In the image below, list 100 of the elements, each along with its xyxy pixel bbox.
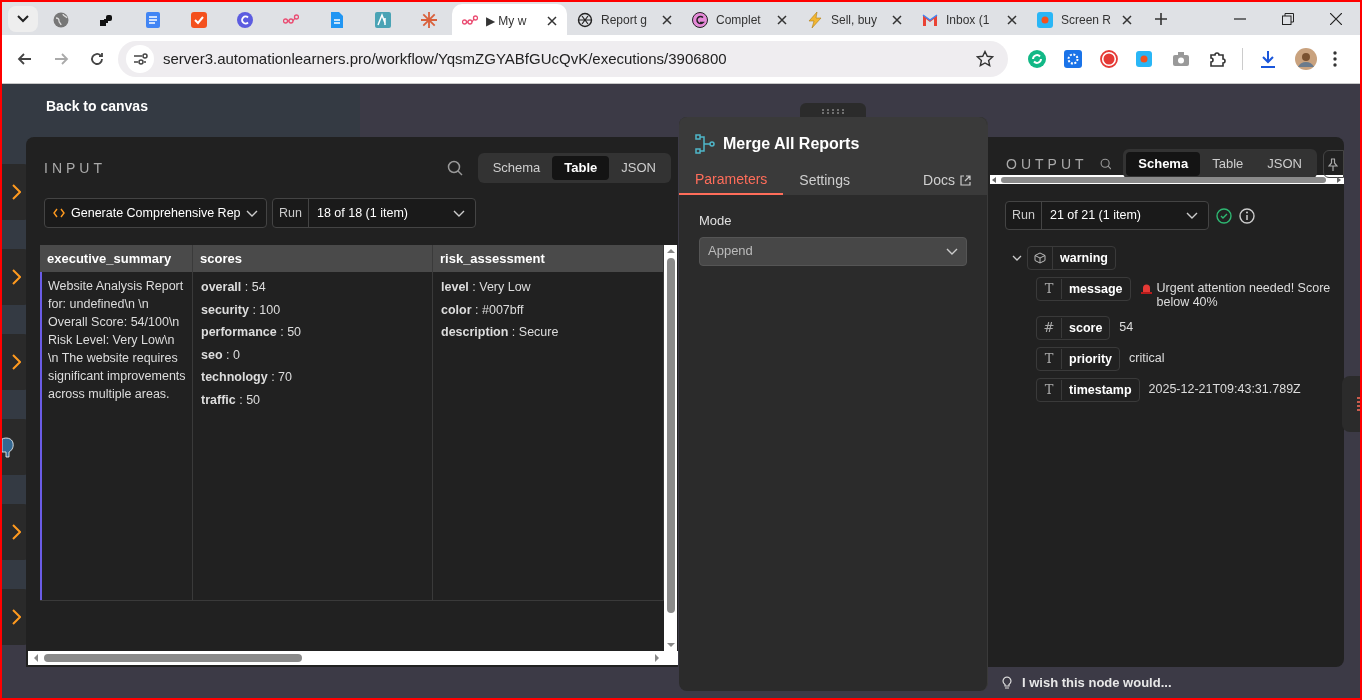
circle-logo-icon xyxy=(237,11,253,28)
download-icon[interactable] xyxy=(1259,49,1277,69)
merge-icon xyxy=(695,134,715,154)
globe-icon xyxy=(53,11,69,28)
view-tab[interactable]: Table xyxy=(1200,152,1256,176)
lightbulb-icon xyxy=(1002,675,1012,690)
scroll-right-icon[interactable] xyxy=(1337,176,1341,183)
chevron-down-icon xyxy=(246,209,258,217)
chevron-icon xyxy=(11,354,21,370)
search-icon[interactable] xyxy=(446,160,463,176)
profile-avatar-icon[interactable] xyxy=(1295,48,1317,70)
schema-field-pill[interactable]: # score xyxy=(1036,316,1111,340)
scrollbar-thumb[interactable] xyxy=(1001,176,1326,183)
type-glyph: T xyxy=(1037,380,1062,400)
menu-icon[interactable] xyxy=(1333,51,1337,67)
horizontal-scrollbar[interactable] xyxy=(990,175,1344,184)
run-label: Run xyxy=(273,199,309,227)
chevron-down-icon xyxy=(946,247,958,255)
browser-tab[interactable]: ▶ My w xyxy=(452,4,567,37)
circle-logo-icon xyxy=(692,11,708,28)
close-icon[interactable] xyxy=(662,14,672,25)
scroll-left-icon[interactable] xyxy=(992,176,996,183)
view-tab[interactable]: JSON xyxy=(1255,152,1314,176)
tab-search-button[interactable] xyxy=(8,5,38,32)
key-value-text: seo : 0 xyxy=(201,346,241,364)
panel-title: INPUT xyxy=(44,158,106,178)
feedback-prompt[interactable]: I wish this node would... xyxy=(1022,673,1172,693)
bookmark-star-icon[interactable] xyxy=(976,50,994,68)
close-icon[interactable] xyxy=(777,14,787,25)
recorder-icon xyxy=(1037,11,1053,28)
browser-tab[interactable]: Screen R xyxy=(1027,3,1142,36)
browser-tab[interactable]: Report g xyxy=(567,3,682,36)
close-icon[interactable] xyxy=(892,14,902,25)
schema-field-pill[interactable]: warning xyxy=(1027,246,1116,270)
view-tab[interactable]: JSON xyxy=(609,156,668,180)
column-header: executive_summary xyxy=(40,245,193,272)
key-value-text: performance : 50 xyxy=(201,324,303,341)
table-cell-text: Website Analysis Report for: undefined\n \n Overall Score: 54/100\n Risk Level: Very Low\n \n The website requires significant improvements across multiple areas. xyxy=(48,278,186,403)
chevron-down-icon[interactable] xyxy=(1012,253,1022,263)
scrollbar-thumb[interactable] xyxy=(44,654,302,662)
view-tab[interactable]: Schema xyxy=(1126,152,1201,176)
document-icon xyxy=(145,11,161,28)
node-select-value: Generate Comprehensive Rep xyxy=(71,204,240,222)
key-value-text: technology : 70 xyxy=(201,369,293,386)
tab-title: Screen R xyxy=(1061,11,1113,29)
run-select[interactable]: Run 21 of 21 (1 item) xyxy=(1005,201,1209,230)
field-value: 54 xyxy=(1119,320,1135,334)
reload-icon[interactable] xyxy=(88,50,106,68)
code-icon xyxy=(53,208,65,218)
grip-dots-icon[interactable] xyxy=(821,108,845,114)
browser-tab[interactable]: Inbox (1 xyxy=(912,3,1027,36)
vertical-scrollbar[interactable] xyxy=(664,245,677,651)
record-extension-icon[interactable] xyxy=(1100,50,1118,68)
side-handle[interactable] xyxy=(1342,376,1360,432)
close-icon[interactable] xyxy=(1122,14,1132,25)
close-window-icon[interactable] xyxy=(1330,12,1342,25)
info-icon[interactable] xyxy=(1239,207,1255,224)
field-value: Urgent attention needed! Score below 40% xyxy=(1156,281,1332,309)
schema-field-pill[interactable]: T timestamp xyxy=(1036,378,1140,402)
restore-icon[interactable] xyxy=(1282,12,1294,25)
schema-field-pill[interactable]: T priority xyxy=(1036,347,1121,371)
panel-tab[interactable]: Parameters xyxy=(679,166,784,195)
schema-field-pill[interactable]: T message xyxy=(1036,277,1131,301)
scroll-up-icon[interactable] xyxy=(666,248,675,254)
tab-title: Inbox (1 xyxy=(946,11,991,29)
camera-icon[interactable] xyxy=(1172,51,1190,67)
scroll-left-icon[interactable] xyxy=(33,654,39,662)
tab-title: Sell, buy xyxy=(831,11,879,29)
back-to-canvas-link[interactable]: Back to canvas xyxy=(46,96,148,117)
cube-icon xyxy=(1034,252,1046,264)
chevron-down-icon xyxy=(453,209,465,217)
scroll-down-icon[interactable] xyxy=(666,642,675,648)
browser-tab[interactable]: Complet xyxy=(682,3,797,36)
mode-select[interactable]: Append xyxy=(699,236,967,266)
panel-tab[interactable]: Docs xyxy=(923,166,987,195)
type-glyph: # xyxy=(1037,318,1062,338)
view-tab[interactable]: Table xyxy=(552,156,610,180)
panel-title: OUTPUT xyxy=(1006,154,1088,174)
browser-tab[interactable]: Sell, buy xyxy=(797,3,912,36)
node-title: Merge All Reports xyxy=(723,134,860,154)
key-value-text: overall : 54 xyxy=(201,279,267,296)
new-tab-icon[interactable] xyxy=(1154,11,1168,26)
address-bar[interactable]: server3.automationlearners.pro/workflow/YqsmZGYABfGUcQvK/executions/3906800 xyxy=(118,41,1008,77)
panel-tab[interactable]: Settings xyxy=(783,166,866,195)
close-icon[interactable] xyxy=(1007,14,1017,25)
snowflake-extension-icon[interactable] xyxy=(1064,50,1082,68)
tab-title: Complet xyxy=(716,11,762,29)
close-icon[interactable] xyxy=(547,15,557,26)
node-select[interactable]: Generate Comprehensive Rep xyxy=(44,198,267,228)
view-tab[interactable]: Schema xyxy=(480,156,553,180)
chevron-icon xyxy=(11,269,21,285)
sync-extension-icon[interactable] xyxy=(1028,50,1046,68)
search-icon[interactable] xyxy=(1099,156,1112,172)
site-settings-icon[interactable] xyxy=(126,45,154,73)
writing-app-icon xyxy=(375,11,391,28)
scrollbar-thumb[interactable] xyxy=(666,258,675,613)
run-value: 18 of 18 (1 item) xyxy=(316,204,409,222)
run-select[interactable]: Run 18 of 18 (1 item) xyxy=(272,198,476,228)
extensions-puzzle-icon[interactable] xyxy=(1208,50,1226,68)
horizontal-scrollbar[interactable] xyxy=(28,651,678,665)
